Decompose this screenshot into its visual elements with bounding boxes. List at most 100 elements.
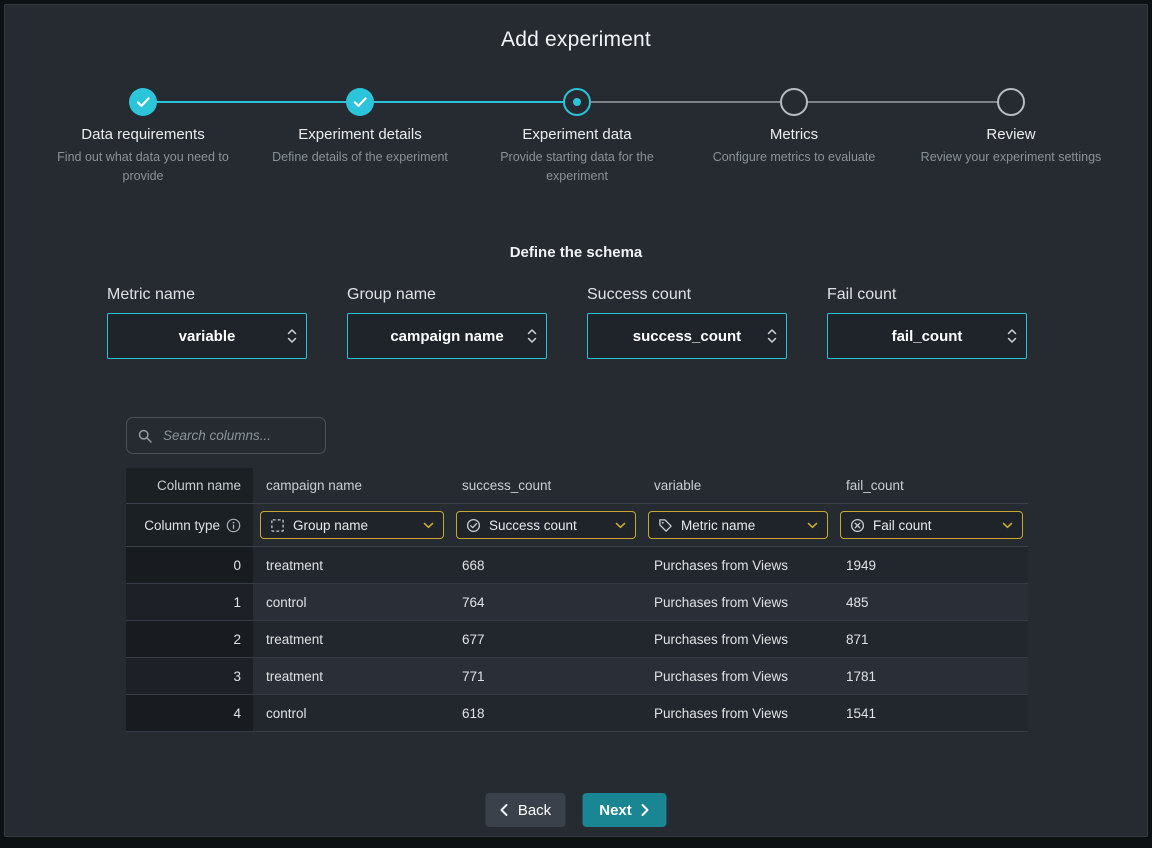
row-index: 0: [126, 547, 253, 583]
chevron-down-icon: [615, 522, 626, 529]
updown-chevron-icon: [287, 328, 297, 344]
step-circle-experiment-data[interactable]: [563, 88, 591, 116]
column-type-dropdown-success-count[interactable]: Success count: [456, 511, 636, 539]
column-type-value: Success count: [489, 518, 577, 533]
group-name-select[interactable]: campaign name: [347, 313, 547, 359]
step-label: Data requirements: [43, 126, 243, 143]
selector-label: Metric name: [107, 286, 307, 304]
selector-label: Group name: [347, 286, 547, 304]
current-step-dot-icon: [573, 98, 581, 106]
stepper-connector-1: [143, 101, 360, 103]
select-value: campaign name: [390, 328, 503, 345]
column-type-dropdown-group-name[interactable]: Group name: [260, 511, 444, 539]
step-label: Experiment data: [477, 126, 677, 143]
updown-chevron-icon: [767, 328, 777, 344]
selector-metric-name: Metric name variable: [107, 286, 307, 359]
check-icon: [348, 90, 372, 114]
updown-chevron-icon: [527, 328, 537, 344]
chevron-down-icon: [807, 522, 818, 529]
step-item-review: Review Review your experiment settings: [911, 126, 1111, 167]
row-index: 3: [126, 658, 253, 694]
row-index: 4: [126, 695, 253, 731]
step-desc: Find out what data you need to provide: [43, 148, 243, 187]
success-icon: [466, 518, 481, 533]
step-item-data-requirements: Data requirements Find out what data you…: [43, 126, 243, 187]
cell-campaign-name: control: [253, 695, 449, 731]
column-header: fail_count: [833, 468, 1028, 503]
column-type-row: Column type Group name Success count: [126, 504, 1028, 547]
fail-count-select[interactable]: fail_count: [827, 313, 1027, 359]
selector-label: Success count: [587, 286, 787, 304]
search-input[interactable]: [161, 427, 315, 444]
chevron-down-icon: [423, 522, 434, 529]
step-desc: Review your experiment settings: [911, 148, 1111, 167]
schema-selectors: Metric name variable Group name campaign…: [107, 286, 1027, 359]
next-button[interactable]: Next: [583, 793, 667, 827]
table-row: 1 control 764 Purchases from Views 485: [126, 584, 1028, 621]
column-type-value: Fail count: [873, 518, 932, 533]
column-type-value: Group name: [293, 518, 368, 533]
cell-success-count: 771: [449, 658, 641, 694]
column-type-dropdown-metric-name[interactable]: Metric name: [648, 511, 828, 539]
corner-header: Column name: [126, 468, 253, 503]
select-value: fail_count: [892, 328, 963, 345]
select-value: variable: [179, 328, 236, 345]
chevron-left-icon: [500, 803, 509, 817]
search-icon: [137, 428, 153, 444]
step-desc: Provide starting data for the experiment: [477, 148, 677, 187]
cell-success-count: 618: [449, 695, 641, 731]
table-row: 0 treatment 668 Purchases from Views 194…: [126, 547, 1028, 584]
step-label: Experiment details: [260, 126, 460, 143]
row-index: 2: [126, 621, 253, 657]
step-circle-experiment-details[interactable]: [346, 88, 374, 116]
cell-campaign-name: treatment: [253, 547, 449, 583]
step-label: Review: [911, 126, 1111, 143]
stepper-connector-4: [794, 101, 1011, 103]
cell-campaign-name: treatment: [253, 621, 449, 657]
cell-fail-count: 485: [833, 584, 1028, 620]
cell-campaign-name: control: [253, 584, 449, 620]
wizard-footer: Back Next: [486, 793, 667, 827]
cell-variable: Purchases from Views: [641, 658, 833, 694]
cell-variable: Purchases from Views: [641, 584, 833, 620]
column-type-value: Metric name: [681, 518, 755, 533]
selector-fail-count: Fail count fail_count: [827, 286, 1027, 359]
fail-icon: [850, 518, 865, 533]
search-columns: [126, 417, 326, 454]
row-index: 1: [126, 584, 253, 620]
step-label: Metrics: [694, 126, 894, 143]
step-circle-metrics[interactable]: [780, 88, 808, 116]
check-icon: [131, 90, 155, 114]
success-count-select[interactable]: success_count: [587, 313, 787, 359]
column-type-label-cell: Column type: [126, 504, 253, 546]
column-type-label: Column type: [144, 518, 220, 533]
chevron-down-icon: [1002, 522, 1013, 529]
cell-success-count: 677: [449, 621, 641, 657]
cell-fail-count: 1781: [833, 658, 1028, 694]
table-row: 4 control 618 Purchases from Views 1541: [126, 695, 1028, 732]
stepper-connector-2: [360, 101, 577, 103]
cell-fail-count: 1949: [833, 547, 1028, 583]
cell-success-count: 764: [449, 584, 641, 620]
selector-group-name: Group name campaign name: [347, 286, 547, 359]
select-value: success_count: [633, 328, 741, 345]
cell-success-count: 668: [449, 547, 641, 583]
step-desc: Define details of the experiment: [260, 148, 460, 167]
back-button-label: Back: [518, 802, 551, 819]
column-type-dropdown-fail-count[interactable]: Fail count: [840, 511, 1023, 539]
info-icon[interactable]: [226, 518, 241, 533]
table-row: 3 treatment 771 Purchases from Views 178…: [126, 658, 1028, 695]
tag-icon: [658, 518, 673, 533]
updown-chevron-icon: [1007, 328, 1017, 344]
metric-name-select[interactable]: variable: [107, 313, 307, 359]
step-circle-data-requirements[interactable]: [129, 88, 157, 116]
cell-campaign-name: treatment: [253, 658, 449, 694]
group-icon: [270, 518, 285, 533]
back-button[interactable]: Back: [486, 793, 566, 827]
selector-success-count: Success count success_count: [587, 286, 787, 359]
step-item-metrics: Metrics Configure metrics to evaluate: [694, 126, 894, 167]
columns-table: Column name campaign name success_count …: [126, 468, 1028, 732]
page-title: Add experiment: [5, 28, 1147, 52]
step-circle-review[interactable]: [997, 88, 1025, 116]
step-item-experiment-data: Experiment data Provide starting data fo…: [477, 126, 677, 187]
